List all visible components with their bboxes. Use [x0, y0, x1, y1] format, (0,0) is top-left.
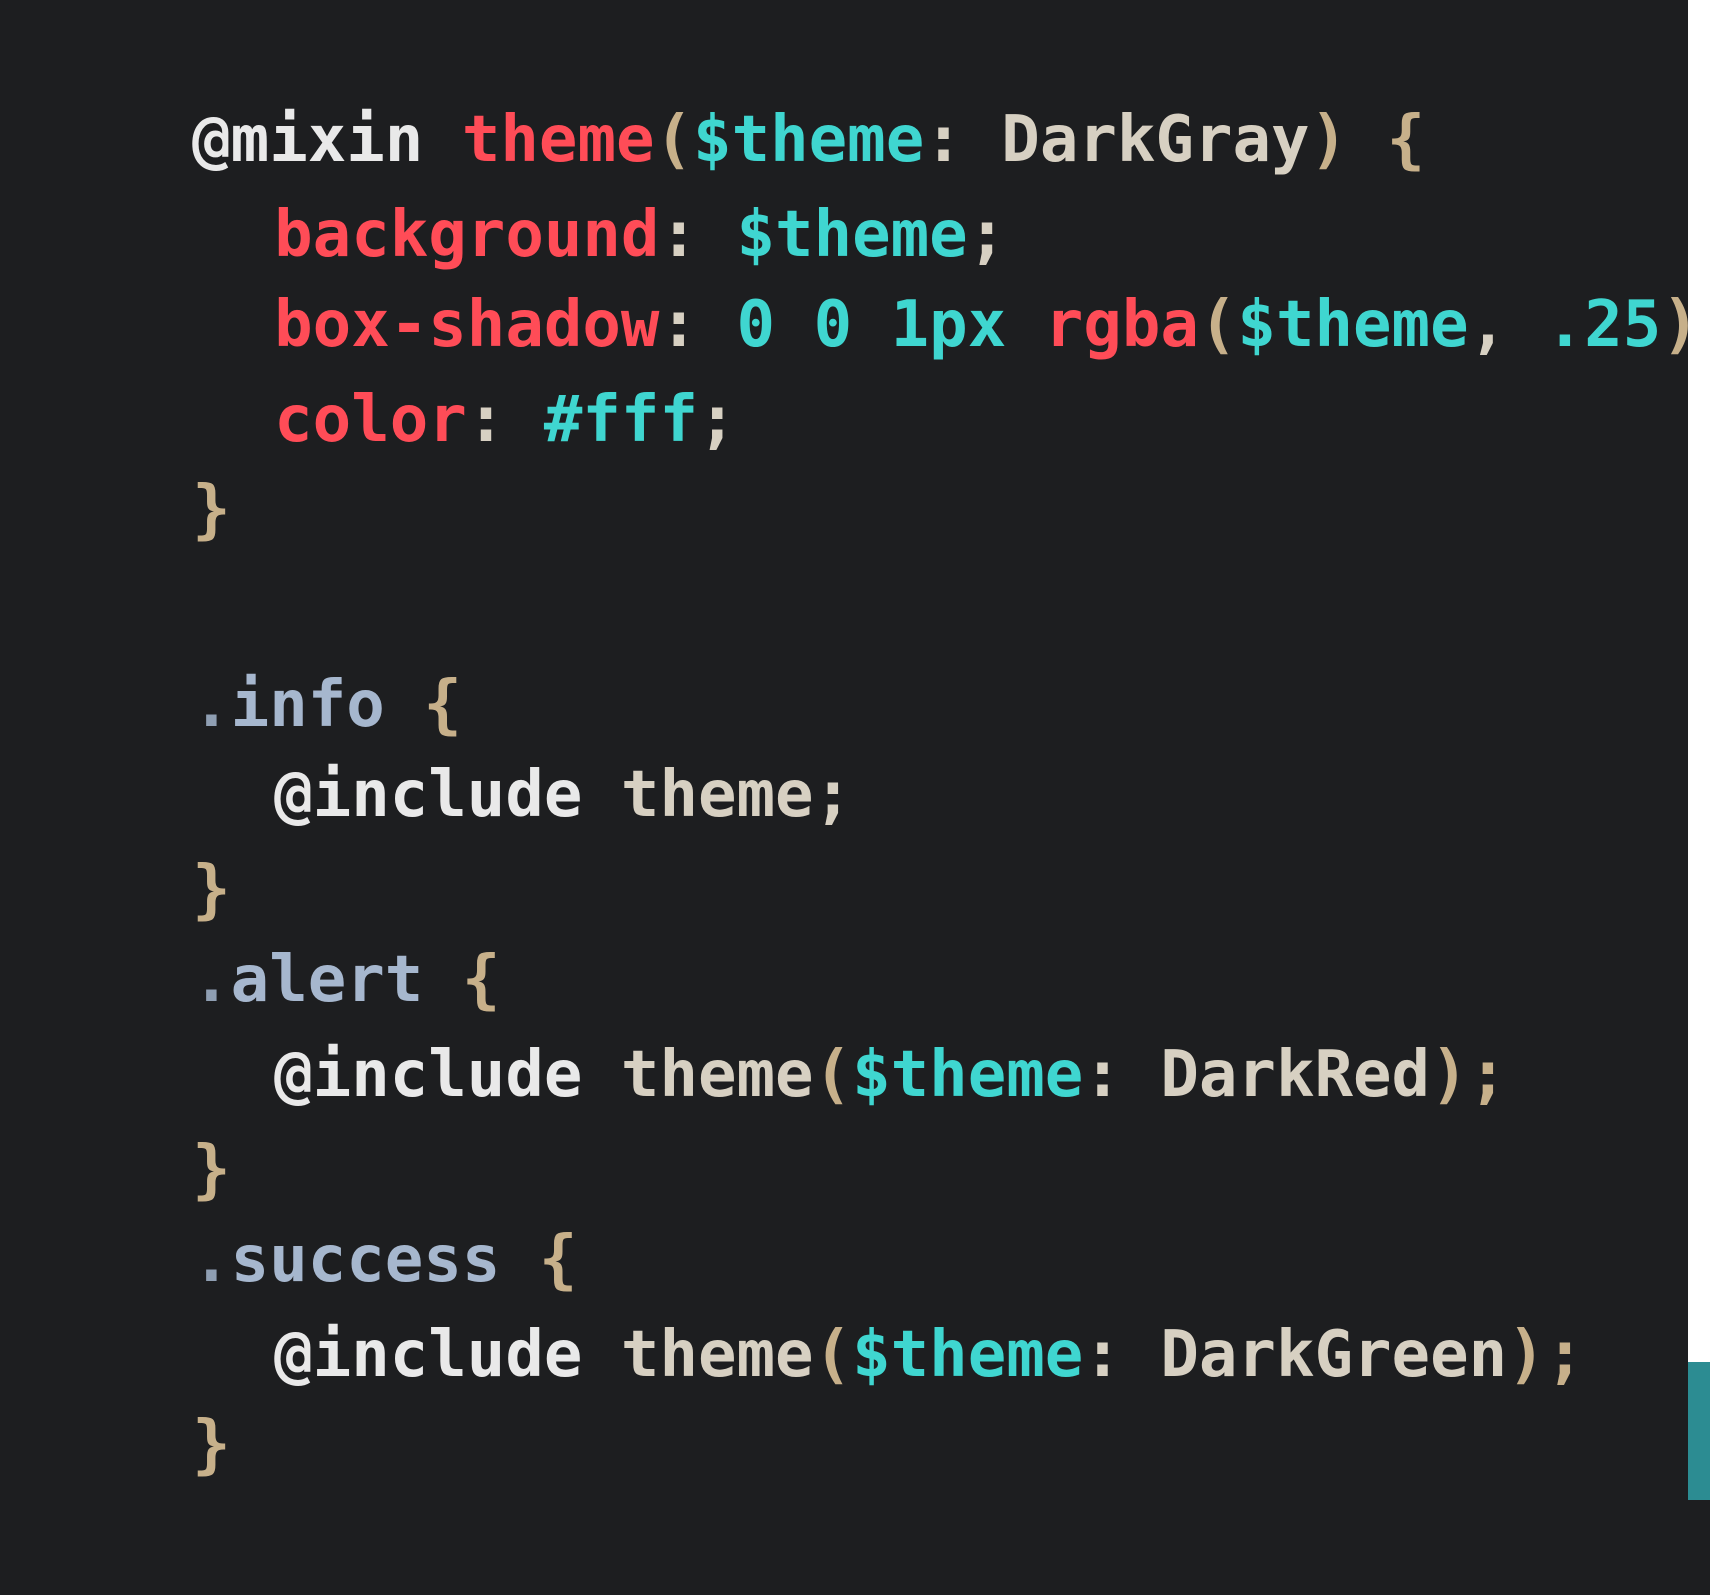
code-line-11: @include theme($theme: DarkRed);	[38, 925, 1507, 1112]
code-line-9: }	[38, 740, 231, 927]
code-line-7: .info {	[38, 555, 462, 742]
include-keyword: @include	[274, 758, 583, 832]
close-brace: }	[192, 473, 231, 547]
close-paren-semicolon: );	[1430, 1038, 1508, 1112]
semicolon: ;	[697, 383, 737, 457]
mixin-call: theme	[620, 1038, 814, 1112]
code-line-3: box-shadow: 0 0 1px rgba($theme, .25);	[38, 175, 1710, 362]
mixin-call: theme	[620, 1318, 814, 1392]
code-line-1: @mixin theme($theme: DarkGray) {	[38, 0, 1425, 177]
open-paren: (	[813, 1038, 853, 1112]
vertical-scrollbar-track[interactable]	[1688, 0, 1710, 1500]
code-line-2: background: $theme;	[38, 85, 1006, 272]
rgba-function: rgba	[1044, 288, 1199, 362]
default-value: DarkGray	[1001, 103, 1310, 177]
colon: :	[1083, 1038, 1161, 1112]
comma: ,	[1468, 288, 1546, 362]
color-value: #fff	[543, 383, 698, 457]
vertical-scrollbar-thumb[interactable]	[1688, 1362, 1710, 1500]
code-line-12: }	[38, 1020, 231, 1207]
code-line-8: @include theme;	[38, 645, 852, 832]
close-brace: }	[192, 1408, 231, 1482]
theme-variable: $theme	[852, 1318, 1084, 1392]
include-keyword: @include	[274, 1318, 583, 1392]
code-editor[interactable]: @mixin theme($theme: DarkGray) { backgro…	[0, 0, 1710, 1500]
theme-variable: $theme	[1237, 288, 1469, 362]
include-keyword: @include	[274, 1038, 583, 1112]
alpha-value: .25	[1545, 288, 1662, 362]
argument-value: DarkGreen	[1160, 1318, 1508, 1392]
colon: :	[466, 383, 544, 457]
shadow-values: 0 0 1px	[736, 288, 1045, 362]
open-paren: (	[813, 1318, 853, 1392]
code-line-10: .alert {	[38, 830, 500, 1017]
code-line-14: @include theme($theme: DarkGreen);	[38, 1205, 1584, 1392]
code-line-4: color: #fff;	[38, 270, 736, 457]
argument-value: DarkRed	[1160, 1038, 1431, 1112]
open-brace: {	[1386, 103, 1426, 177]
close-paren: )	[1309, 103, 1387, 177]
code-line-13: .success {	[38, 1110, 577, 1297]
semicolon: ;	[813, 758, 853, 832]
open-paren: (	[1198, 288, 1238, 362]
colon: :	[1083, 1318, 1161, 1392]
code-line-5: }	[38, 360, 231, 547]
mixin-call: theme	[620, 758, 814, 832]
theme-variable: $theme	[852, 1038, 1084, 1112]
close-paren-semicolon: );	[1507, 1318, 1585, 1392]
property-color: color	[274, 383, 467, 457]
code-line-15: }	[38, 1295, 231, 1482]
